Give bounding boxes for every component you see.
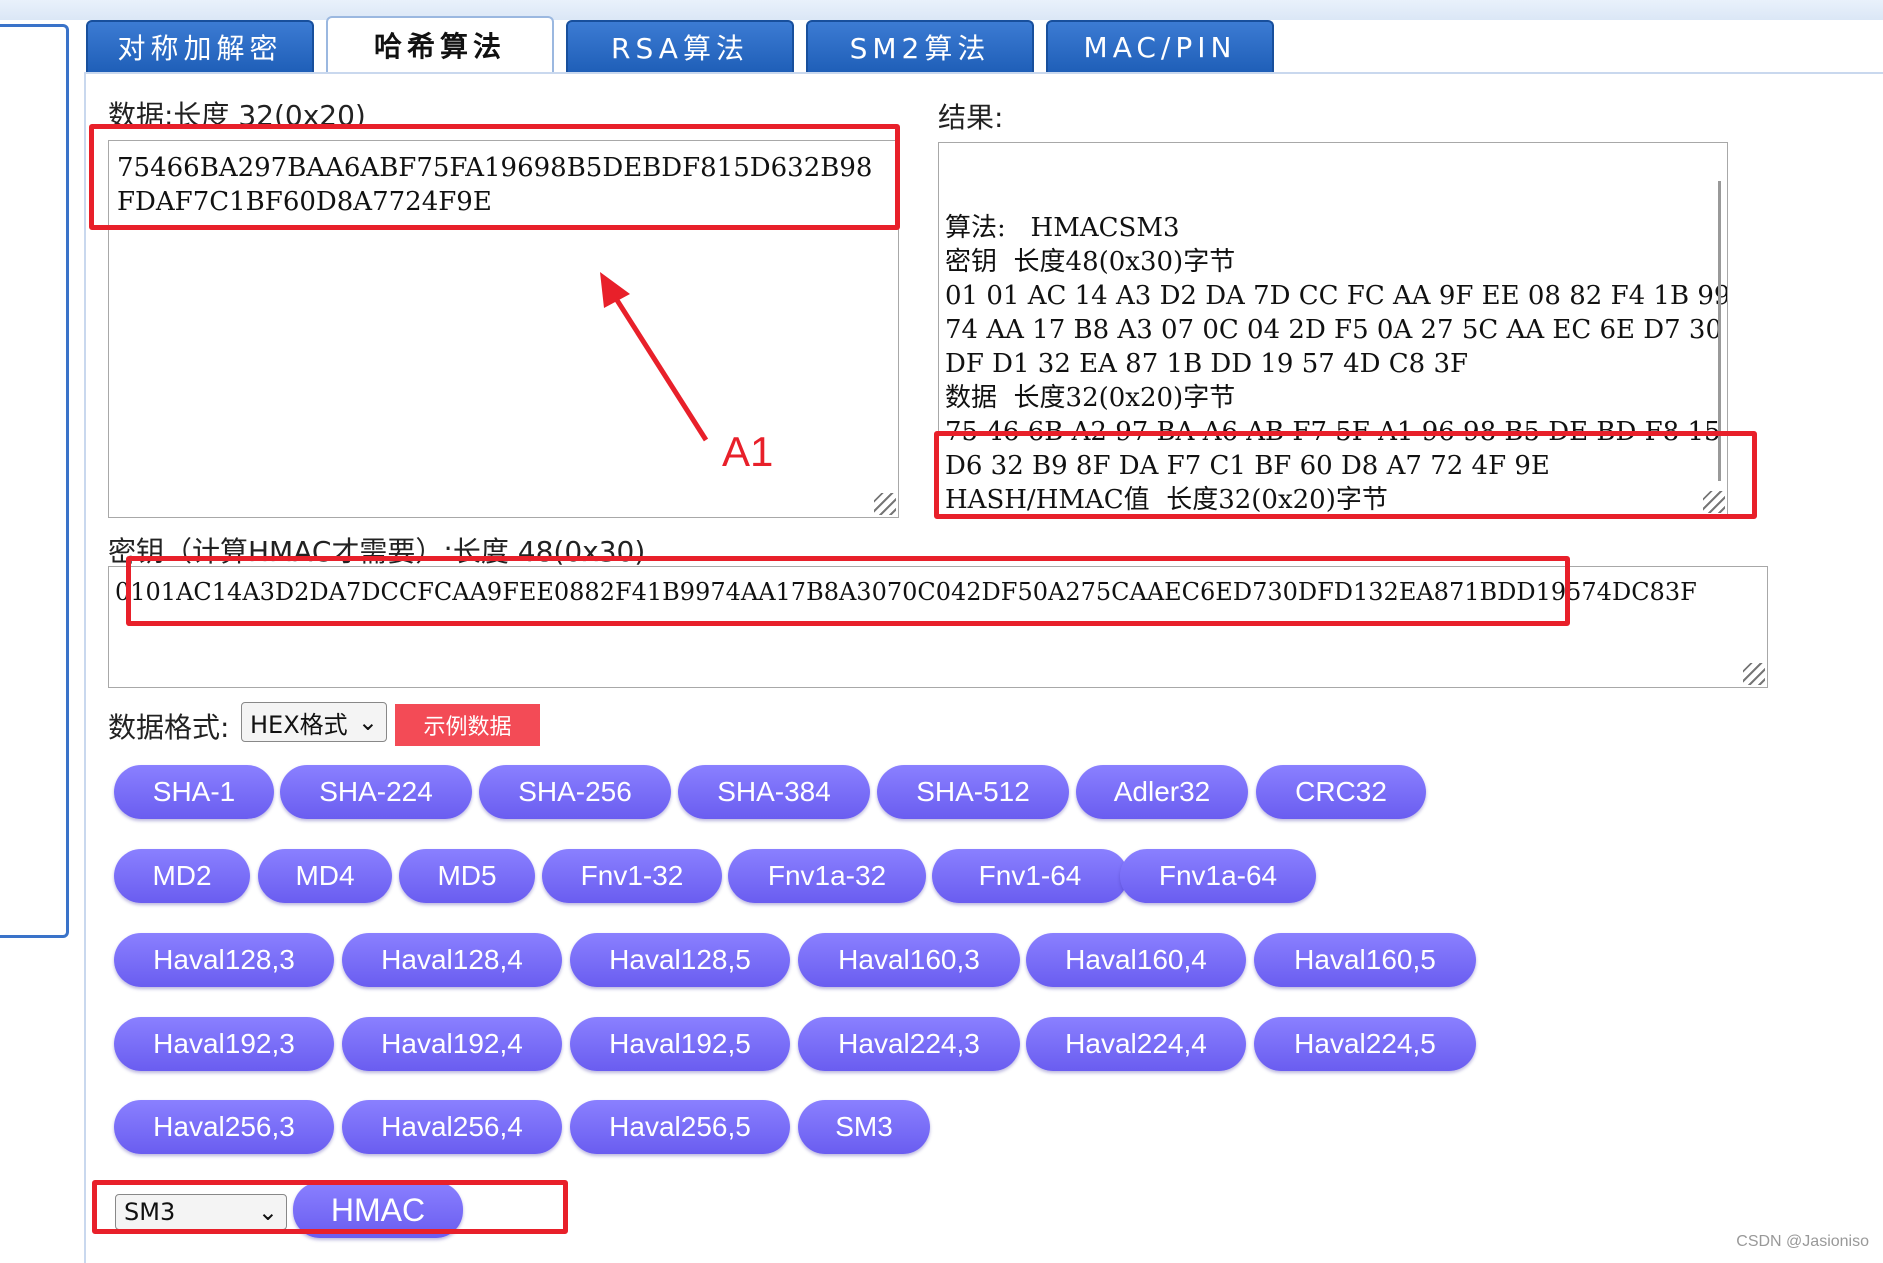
result-line: 算法: HMACSM3: [945, 213, 1180, 243]
highlight-data-box: [89, 124, 900, 230]
algo-button-fnv1a-32[interactable]: Fnv1a-32: [728, 849, 926, 903]
data-format-value: HEX格式: [250, 710, 348, 739]
algo-button-crc32[interactable]: CRC32: [1256, 765, 1426, 819]
highlight-key-box: [126, 556, 1570, 626]
algo-button-haval256-3[interactable]: Haval256,3: [114, 1100, 334, 1154]
resize-grip-icon[interactable]: [1743, 663, 1765, 685]
result-label: 结果:: [938, 101, 1004, 134]
tab-mac-pin[interactable]: MAC/PIN: [1046, 20, 1274, 72]
algo-button-md5[interactable]: MD5: [399, 849, 535, 903]
content-border-left: [84, 72, 86, 1263]
result-line: DF D1 32 EA 87 1B DD 19 57 4D C8 3F: [945, 349, 1469, 379]
tab-hash[interactable]: 哈希算法: [326, 16, 554, 72]
result-line: 01 01 AC 14 A3 D2 DA 7D CC FC AA 9F EE 0…: [945, 281, 1728, 311]
content-border-top: [84, 72, 1883, 74]
algo-button-sha-512[interactable]: SHA-512: [877, 765, 1069, 819]
algo-button-haval128-4[interactable]: Haval128,4: [342, 933, 562, 987]
annotation-arrow-icon: [600, 272, 709, 442]
result-line: 密钥 长度48(0x30)字节: [945, 247, 1236, 277]
algo-button-haval256-4[interactable]: Haval256,4: [342, 1100, 562, 1154]
result-line: 74 AA 17 B8 A3 07 0C 04 2D F5 0A 27 5C A…: [945, 315, 1723, 345]
algo-button-md4[interactable]: MD4: [258, 849, 392, 903]
left-panel: [0, 24, 69, 938]
algo-button-sha-224[interactable]: SHA-224: [280, 765, 472, 819]
highlight-hmac-box: [92, 1180, 568, 1234]
algo-button-fnv1-64[interactable]: Fnv1-64: [932, 849, 1128, 903]
annotation-label: A1: [722, 428, 774, 475]
algo-button-fnv1-32[interactable]: Fnv1-32: [542, 849, 722, 903]
algo-button-adler32[interactable]: Adler32: [1076, 765, 1248, 819]
algo-button-md2[interactable]: MD2: [114, 849, 250, 903]
algo-button-haval224-4[interactable]: Haval224,4: [1026, 1017, 1246, 1071]
watermark: CSDN @Jasioniso: [1736, 1233, 1869, 1250]
algo-button-haval192-4[interactable]: Haval192,4: [342, 1017, 562, 1071]
algo-button-haval128-5[interactable]: Haval128,5: [570, 933, 790, 987]
algo-button-haval160-5[interactable]: Haval160,5: [1254, 933, 1476, 987]
algo-button-haval256-5[interactable]: Haval256,5: [570, 1100, 790, 1154]
data-format-label: 数据格式:: [108, 711, 230, 744]
algo-button-fnv1a-64[interactable]: Fnv1a-64: [1120, 849, 1316, 903]
algo-button-sm3[interactable]: SM3: [798, 1100, 930, 1154]
chevron-down-icon: ⌄: [357, 708, 378, 736]
algo-button-haval192-5[interactable]: Haval192,5: [570, 1017, 790, 1071]
result-line: 数据 长度32(0x20)字节: [945, 383, 1236, 413]
example-data-button[interactable]: 示例数据: [395, 704, 540, 746]
resize-grip-icon[interactable]: [874, 493, 896, 515]
tab-rsa[interactable]: RSA算法: [566, 20, 794, 72]
algo-button-haval224-5[interactable]: Haval224,5: [1254, 1017, 1476, 1071]
algo-button-haval160-4[interactable]: Haval160,4: [1026, 933, 1246, 987]
algo-button-sha-384[interactable]: SHA-384: [678, 765, 870, 819]
algo-button-haval224-3[interactable]: Haval224,3: [798, 1017, 1020, 1071]
algo-button-sha-256[interactable]: SHA-256: [479, 765, 671, 819]
algo-button-haval192-3[interactable]: Haval192,3: [114, 1017, 334, 1071]
algo-button-sha-1[interactable]: SHA-1: [114, 765, 274, 819]
top-band: [0, 0, 1883, 20]
highlight-result-box: [934, 431, 1757, 519]
algo-button-haval128-3[interactable]: Haval128,3: [114, 933, 334, 987]
algo-button-haval160-3[interactable]: Haval160,3: [798, 933, 1020, 987]
tab-symmetric[interactable]: 对称加解密: [86, 20, 314, 72]
data-format-select[interactable]: HEX格式 ⌄: [241, 702, 387, 742]
tab-sm2[interactable]: SM2算法: [806, 20, 1034, 72]
